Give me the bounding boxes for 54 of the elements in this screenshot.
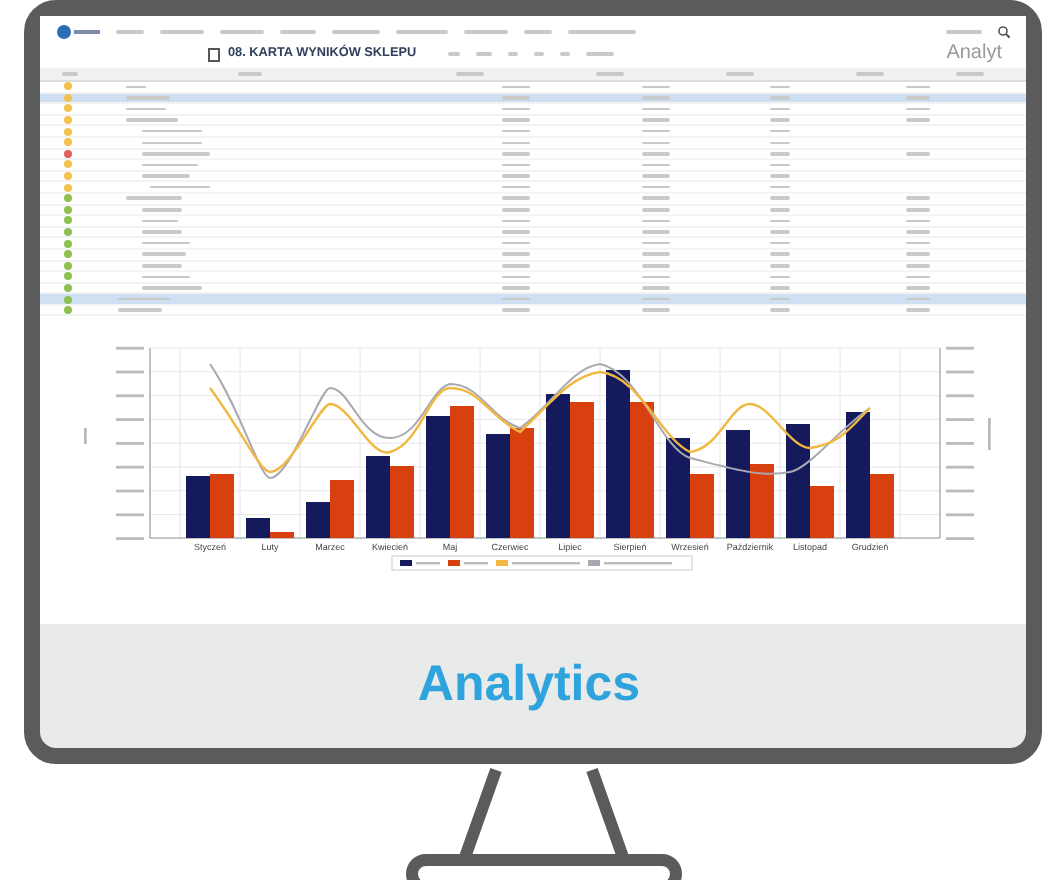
table-row[interactable] <box>40 126 1026 138</box>
table-row[interactable] <box>40 305 1026 317</box>
axis-label-drawing <box>946 347 974 351</box>
table-row[interactable] <box>40 104 1026 116</box>
axis-label-drawing <box>946 419 974 422</box>
axis-label-drawing <box>116 466 144 470</box>
axis-label-drawing <box>116 538 144 541</box>
axis-label-drawing <box>116 490 144 494</box>
caption: Analytics <box>415 654 643 717</box>
table-row[interactable] <box>40 137 1026 150</box>
axis-label-drawing <box>946 442 974 446</box>
table-row[interactable] <box>40 238 1026 250</box>
axis-label-drawing <box>946 490 974 494</box>
bar <box>390 466 414 539</box>
axis-label-drawing <box>116 514 144 518</box>
axis-title-drawing <box>988 418 991 451</box>
axis-label-drawing <box>946 466 974 470</box>
axis-label-drawing <box>116 347 144 351</box>
table-row[interactable] <box>40 115 1026 127</box>
axis-label-drawing <box>946 514 974 518</box>
axis-label-drawing <box>946 538 974 541</box>
table-row[interactable] <box>40 272 1026 284</box>
table-row[interactable] <box>40 227 1026 239</box>
bar <box>210 474 234 539</box>
search-icon <box>998 25 1010 37</box>
table-row[interactable] <box>40 193 1026 206</box>
page-heading: Analyt <box>946 44 1002 64</box>
document-icon <box>208 47 220 61</box>
axis-label-drawing <box>116 419 144 422</box>
bar <box>486 434 510 539</box>
axis-label-drawing <box>946 395 974 399</box>
bar <box>630 402 654 539</box>
bar <box>186 476 210 539</box>
logo-icon <box>56 23 100 39</box>
table-row[interactable] <box>40 261 1026 273</box>
bar <box>570 402 594 539</box>
bar <box>366 456 390 539</box>
axis-label-drawing <box>946 371 974 375</box>
axis-label-drawing <box>116 442 144 446</box>
axis-title-drawing <box>84 428 87 445</box>
bar <box>450 406 474 539</box>
table-row[interactable] <box>40 149 1026 161</box>
table-row[interactable] <box>40 160 1026 172</box>
table-row[interactable] <box>40 294 1026 306</box>
table-row[interactable] <box>40 205 1026 217</box>
axis-label-drawing <box>116 371 144 375</box>
bar <box>426 416 450 539</box>
table-row[interactable] <box>40 171 1026 183</box>
table-row[interactable] <box>40 249 1026 261</box>
axis-label-drawing <box>116 395 144 399</box>
table-row[interactable] <box>40 93 1026 105</box>
bar <box>510 428 534 539</box>
table-row[interactable] <box>40 182 1026 194</box>
table-row[interactable] <box>40 216 1026 228</box>
